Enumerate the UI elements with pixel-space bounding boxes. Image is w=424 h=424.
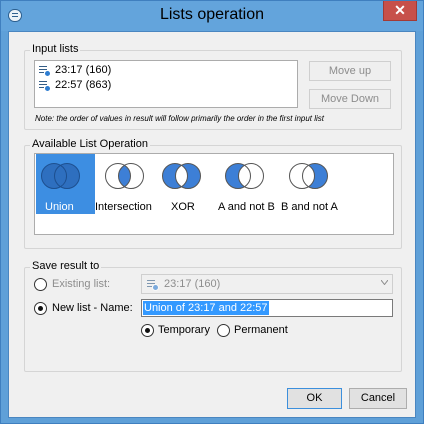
move-down-button[interactable]: Move Down (309, 89, 391, 109)
title-bar[interactable]: Lists operation ✕ (1, 1, 423, 31)
new-list-label: New list - Name: (52, 302, 133, 314)
dialog-body: Input lists 23:17 (160) 22:57 (863) Move… (8, 31, 416, 418)
operation-label: A and not B (218, 201, 275, 213)
list-item-label: 23:17 (160) (55, 64, 112, 76)
move-up-button[interactable]: Move up (309, 61, 391, 81)
input-lists-box[interactable]: 23:17 (160) 22:57 (863) (34, 60, 298, 108)
save-result-label: Save result to (30, 260, 102, 272)
operation-intersection[interactable]: Intersection (95, 154, 159, 214)
temporary-radio[interactable] (141, 324, 154, 337)
operations-label: Available List Operation (30, 138, 150, 150)
new-list-name-value: Union of 23:17 and 22:57 (143, 301, 269, 315)
operation-label: Union (45, 201, 74, 213)
operation-union[interactable]: Union (36, 154, 95, 214)
ok-button[interactable]: OK (287, 388, 342, 409)
input-lists-label: Input lists (30, 43, 81, 55)
operation-label: Intersection (95, 201, 152, 213)
operations-list[interactable]: Union Intersection XOR A and not B B and… (34, 153, 394, 235)
list-icon (39, 65, 51, 77)
close-button[interactable]: ✕ (383, 1, 417, 21)
cancel-button[interactable]: Cancel (349, 388, 407, 409)
existing-list-label: Existing list: (52, 278, 111, 290)
b-and-not-a-venn-icon (289, 163, 328, 189)
chevron-down-icon (381, 280, 388, 285)
permanent-label: Permanent (234, 324, 288, 336)
operation-a-and-not-b[interactable]: A and not B (213, 154, 281, 214)
operation-b-and-not-a[interactable]: B and not A (281, 154, 347, 214)
a-and-not-b-venn-icon (225, 163, 264, 189)
intersection-venn-icon (105, 163, 144, 189)
permanent-radio[interactable] (217, 324, 230, 337)
union-venn-icon (41, 163, 80, 189)
list-icon (147, 279, 159, 291)
list-item-label: 22:57 (863) (55, 79, 112, 91)
existing-list-combo[interactable]: 23:17 (160) (141, 274, 393, 294)
dialog-window: Lists operation ✕ Input lists 23:17 (160… (0, 0, 424, 424)
operation-label: B and not A (281, 201, 338, 213)
list-icon (39, 80, 51, 92)
xor-venn-icon (162, 163, 201, 189)
operation-label: XOR (171, 201, 195, 213)
existing-list-value: 23:17 (160) (164, 278, 221, 290)
order-note: Note: the order of values in result will… (35, 114, 325, 123)
operation-xor[interactable]: XOR (159, 154, 209, 214)
existing-list-radio[interactable] (34, 278, 47, 291)
new-list-name-input[interactable]: Union of 23:17 and 22:57 (141, 299, 393, 317)
temporary-label: Temporary (158, 324, 210, 336)
new-list-radio[interactable] (34, 302, 47, 315)
window-title: Lists operation (159, 6, 265, 23)
